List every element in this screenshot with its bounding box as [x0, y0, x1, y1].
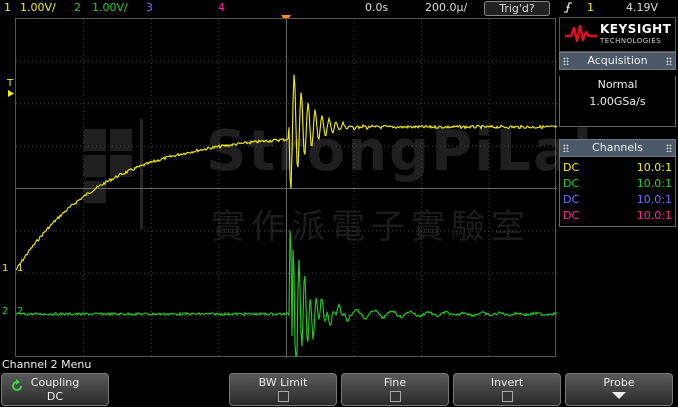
sample-rate: 1.00GSa/s	[589, 95, 646, 108]
grip-icon	[563, 144, 569, 152]
channel-row-1: DC 10.0:1	[563, 160, 672, 176]
channels-box[interactable]: DC 10.0:1 DC 10.0:1 DC 10.0:1 DC 10.0:1	[559, 157, 676, 227]
time-position[interactable]: 0.0s	[365, 1, 388, 14]
ch2-ground-label: 2	[17, 306, 24, 317]
grip-icon	[666, 57, 672, 65]
grip-icon	[666, 144, 672, 152]
ch1-coupling: DC	[563, 161, 580, 174]
probe-label: Probe	[603, 376, 635, 389]
bw-limit-checkbox[interactable]	[277, 391, 289, 402]
info-panel: KEYSIGHT TECHNOLOGIES Acquisition Normal…	[559, 17, 676, 227]
acquisition-box[interactable]: Normal 1.00GSa/s	[559, 76, 676, 127]
trigger-level[interactable]: 4.19V	[626, 1, 658, 14]
ch3-number[interactable]: 3	[146, 1, 153, 14]
fine-checkbox[interactable]	[389, 391, 401, 402]
graticule-grid	[16, 19, 557, 358]
ch1-ground-marker[interactable]: 1	[2, 263, 8, 274]
trigger-status: Trig'd?	[484, 1, 550, 16]
brand-name: KEYSIGHT	[600, 22, 672, 36]
bw-limit-label: BW Limit	[258, 376, 308, 389]
invert-label: Invert	[490, 376, 524, 389]
invert-checkbox[interactable]	[501, 391, 513, 402]
ch4-probe: 10.0:1	[636, 209, 672, 222]
invert-softkey[interactable]: Invert	[453, 373, 561, 406]
fine-softkey[interactable]: Fine	[341, 373, 449, 406]
ch1-ground-label: 1	[17, 263, 24, 274]
probe-softkey[interactable]: Probe	[565, 373, 673, 406]
trigger-level-arrow-icon	[8, 90, 14, 97]
ch4-number[interactable]: 4	[218, 1, 225, 14]
status-bar: 1 1.00V/ 2 1.00V/ 3 4 0.0s 200.0µ/ Trig'…	[0, 0, 678, 16]
keysight-wave-icon	[565, 24, 597, 43]
menu-title: Channel 2 Menu	[2, 358, 92, 371]
waveform-display[interactable]: StrongPiLab 實作派電子實驗室	[15, 18, 613, 358]
ch2-scale[interactable]: 1.00V/	[92, 1, 128, 14]
ch2-probe: 10.0:1	[636, 177, 672, 190]
coupling-softkey[interactable]: Coupling DC	[1, 373, 109, 406]
ch3-coupling: DC	[563, 193, 580, 206]
ch1-number[interactable]: 1	[4, 1, 11, 14]
fine-label: Fine	[383, 376, 407, 389]
rising-edge-icon	[563, 1, 573, 17]
ch1-scale[interactable]: 1.00V/	[20, 1, 56, 14]
ch1-probe: 10.0:1	[636, 161, 672, 174]
ch2-coupling: DC	[563, 177, 580, 190]
channel-row-2: DC 10.0:1	[563, 176, 672, 192]
acquisition-mode: Normal	[597, 78, 638, 91]
brand-logo: KEYSIGHT TECHNOLOGIES	[559, 17, 676, 52]
ch2-ground-marker[interactable]: 2	[2, 306, 8, 317]
acquisition-title: Acquisition	[559, 52, 676, 70]
channel-row-3: DC 10.0:1	[563, 192, 672, 208]
bw-limit-softkey[interactable]: BW Limit	[229, 373, 337, 406]
trigger-level-marker[interactable]: T	[7, 78, 13, 89]
rotate-knob-icon	[12, 379, 22, 391]
channel-row-4: DC 10.0:1	[563, 208, 672, 224]
ch3-probe: 10.0:1	[636, 193, 672, 206]
channels-title-label: Channels	[592, 141, 643, 154]
acquisition-title-label: Acquisition	[587, 54, 648, 67]
channels-title: Channels	[559, 139, 676, 157]
brand-subtitle: TECHNOLOGIES	[600, 37, 662, 45]
ch2-number[interactable]: 2	[74, 1, 81, 14]
time-scale[interactable]: 200.0µ/	[425, 1, 467, 14]
trigger-source[interactable]: 1	[587, 1, 594, 14]
ch4-coupling: DC	[563, 209, 580, 222]
grip-icon	[563, 57, 569, 65]
submenu-arrow-icon	[612, 392, 626, 399]
